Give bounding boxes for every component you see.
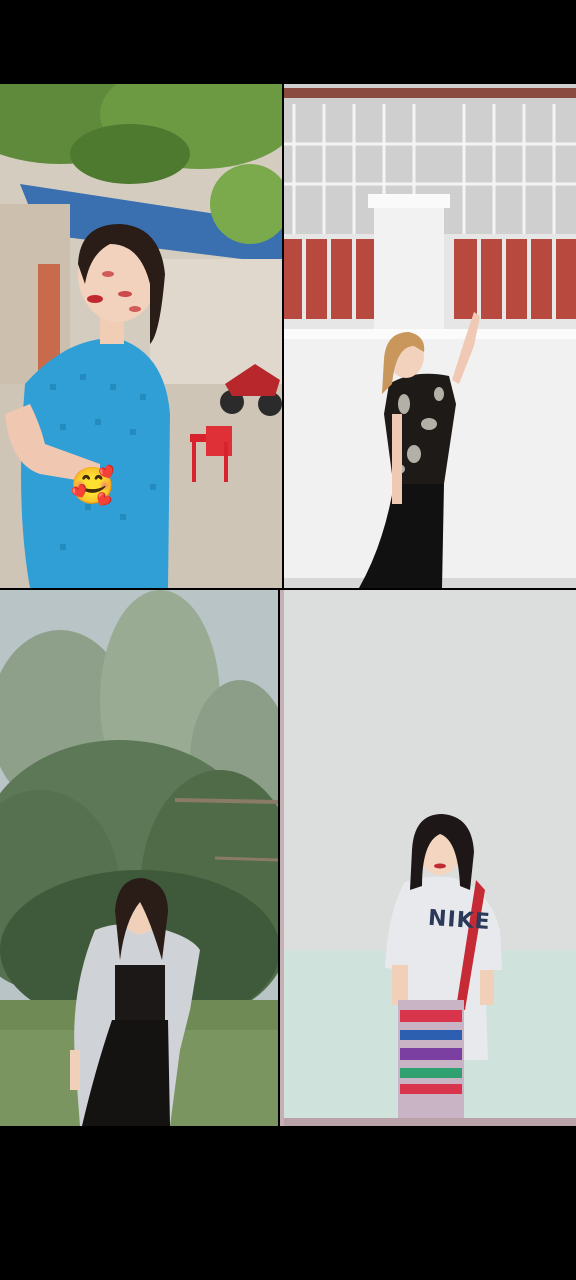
photo-girl-blue-shirt-yard [0,84,282,588]
shirt-print-text: NIKE [427,905,492,936]
video-tile-4[interactable]: NIKE [280,590,576,1126]
bottom-black-area [0,1126,576,1280]
photo-girl-trees-grey-jacket [0,590,278,1126]
photo-girl-white-wall-dance [284,84,576,588]
video-tile-2[interactable] [284,84,576,588]
photo-girl-nike-shirt-bag [280,590,576,1126]
smiling-face-hearts-sticker: 🥰 [70,466,115,507]
video-tile-1[interactable]: 🥰 [0,84,282,588]
top-black-area [0,0,576,84]
video-tile-3[interactable] [0,590,278,1126]
